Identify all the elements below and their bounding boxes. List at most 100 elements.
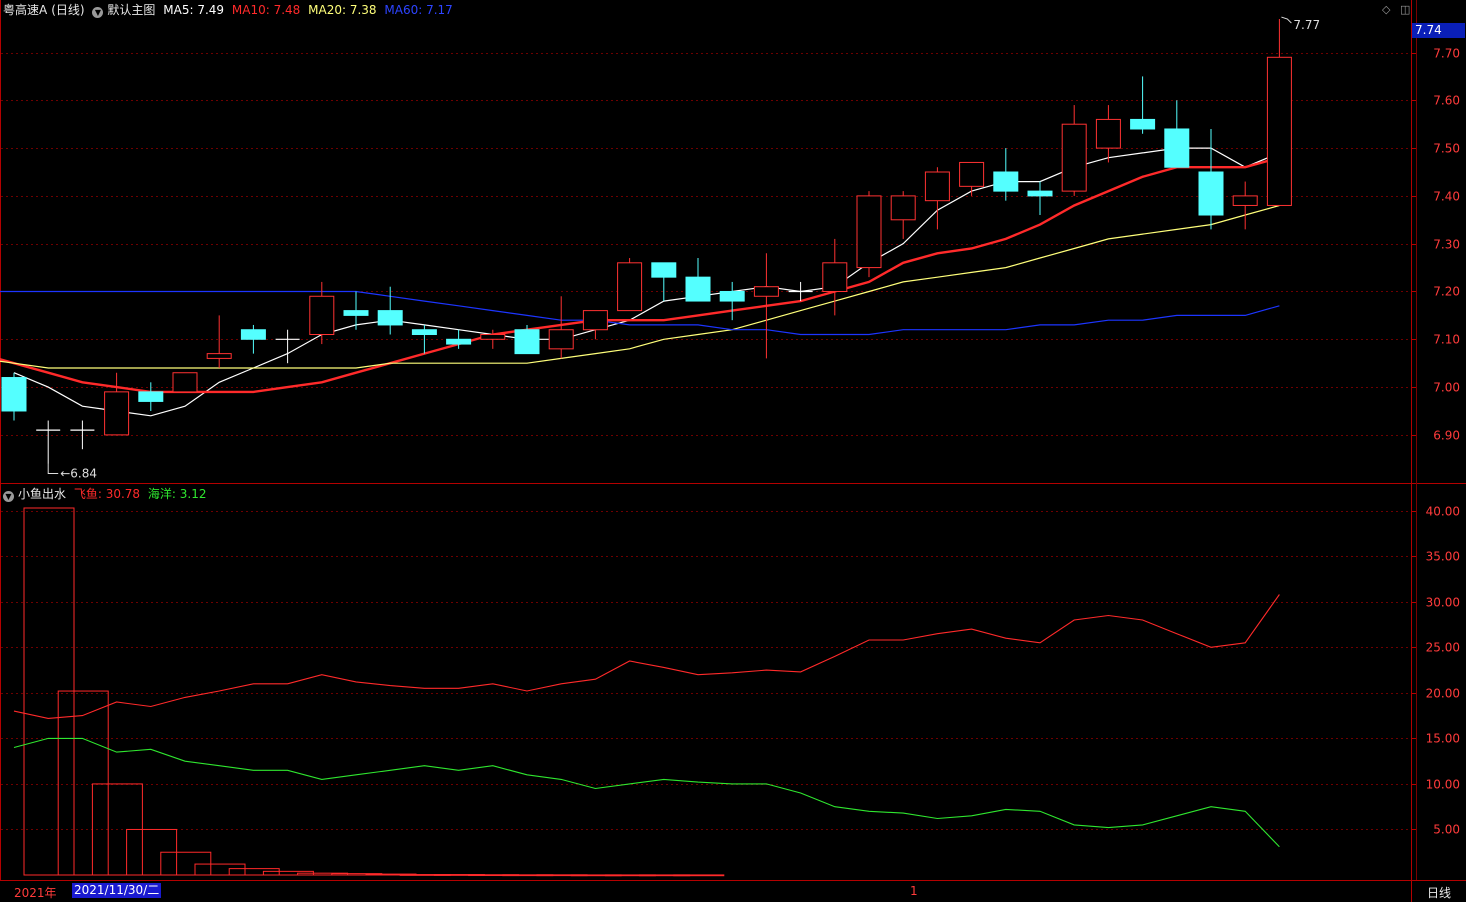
candle: [514, 324, 540, 355]
candle-body: [480, 334, 506, 340]
candle: [1266, 19, 1292, 206]
ma5-label: MA5: 7.49: [163, 3, 225, 17]
candle: [1027, 181, 1053, 216]
candle-body: [1061, 123, 1087, 192]
annotation-pointer: [1281, 16, 1292, 24]
candle: [856, 191, 882, 278]
sub-tick-label: 35.00: [1426, 550, 1460, 564]
candle-body: [617, 262, 643, 312]
grid: [1, 53, 1411, 830]
candle-body: [1232, 195, 1258, 206]
sub-tick-label: 20.00: [1426, 687, 1460, 701]
candle: [1061, 105, 1087, 196]
candle: [617, 258, 643, 312]
sub-bar: [673, 874, 725, 877]
candle-body: [993, 171, 1019, 192]
main-tick-label: 7.00: [1433, 381, 1460, 395]
main-tick-label: 7.30: [1433, 238, 1460, 252]
candle: [959, 161, 985, 196]
candle-body: [446, 338, 472, 345]
candle-body: [138, 391, 164, 402]
candle-body: [377, 310, 403, 326]
sub-tick-label: 5.00: [1433, 823, 1460, 837]
date-marker: 1: [910, 884, 918, 898]
candle-body: [753, 286, 779, 297]
candle: [651, 262, 677, 302]
candle: [36, 420, 61, 464]
candle: [719, 281, 745, 321]
sub-tick-label: 10.00: [1426, 778, 1460, 792]
annotation-label: 7.77: [1293, 18, 1320, 32]
candle: [172, 372, 198, 393]
candle: [206, 315, 232, 368]
price-annotation: 7.77: [1281, 16, 1320, 32]
candle: [138, 382, 164, 411]
candle-body: [1266, 56, 1292, 206]
indicator-name[interactable]: 小鱼出水: [18, 487, 66, 501]
cursor-date-label: 2021/11/30/二: [72, 883, 162, 898]
candle-body: [411, 329, 437, 336]
template-label[interactable]: 默认主图: [107, 3, 155, 17]
sub-tick-label: 40.00: [1426, 505, 1460, 519]
main-tick-label: 6.90: [1433, 429, 1460, 443]
candle: [70, 420, 95, 450]
main-tick-label: 7.70: [1433, 47, 1460, 61]
stock-name[interactable]: 粤高速A: [3, 3, 47, 17]
sub-bars: [23, 507, 725, 877]
candle-body: [343, 310, 369, 316]
candle: [1164, 100, 1190, 168]
candle: [685, 258, 711, 302]
candle-body: [514, 329, 540, 355]
sub-header: ▼ 小鱼出水 飞鱼: 30.78 海洋: 3.12: [3, 485, 210, 503]
sub-tick-label: 30.00: [1426, 596, 1460, 610]
candle-body: [719, 290, 745, 302]
main-header: 粤高速A (日线) ▼ 默认主图 MA5: 7.49 MA10: 7.48 MA20…: [3, 1, 457, 19]
main-tick-label: 7.40: [1433, 190, 1460, 204]
ma20-label: MA20: 7.38: [308, 3, 377, 17]
main-tick-label: 7.50: [1433, 142, 1460, 156]
annotation-pointer: [47, 463, 59, 475]
candle-body: [172, 372, 198, 393]
ma60-label: MA60: 7.17: [384, 3, 453, 17]
price-axis: 6.90 7.00 7.10 7.20 7.30 7.40 7.50 7.60 7.70 5.00…: [1411, 47, 1460, 837]
feiyu-label: 飞鱼: 30.78: [73, 487, 141, 501]
chevron-down-icon[interactable]: ▼: [3, 491, 14, 502]
year-label: 2021年: [14, 886, 57, 900]
main-tick-label: 7.60: [1433, 94, 1460, 108]
candle: [104, 372, 130, 436]
candle-body: [1130, 118, 1156, 130]
candle-body: [1095, 118, 1121, 149]
haiyang-line: [13, 737, 1280, 848]
candle-body: [822, 262, 848, 292]
candle: [582, 310, 608, 340]
price-annotation: ←6.84: [47, 463, 97, 481]
main-tick-label: 7.10: [1433, 333, 1460, 347]
annotation-label: ←6.84: [60, 467, 97, 481]
candle-body: [890, 195, 916, 221]
candle-body: [959, 161, 985, 187]
candle: [993, 148, 1019, 201]
sub-tick-label: 15.00: [1426, 732, 1460, 746]
candle-body: [856, 195, 882, 269]
candle-body: [651, 262, 677, 278]
panel-frames: [0, 0, 1466, 902]
haiyang-label: 海洋: 3.12: [147, 487, 207, 501]
main-tick-label: 7.20: [1433, 285, 1460, 299]
candle: [1, 372, 27, 421]
current-price-tag: 7.74: [1412, 23, 1465, 38]
candle: [548, 296, 574, 359]
panel-toggle-icon[interactable]: ◫: [1400, 3, 1410, 16]
candle: [1095, 105, 1121, 163]
annotations: ←6.84 7.77: [47, 16, 1320, 481]
chevron-down-icon[interactable]: ▼: [92, 7, 104, 18]
candle-body: [924, 171, 950, 202]
diamond-icon[interactable]: ◇: [1382, 3, 1390, 16]
period-button[interactable]: 日线: [1427, 884, 1451, 901]
feiyu-line: [13, 594, 1280, 719]
sub-lines: [13, 594, 1280, 848]
candle: [924, 167, 950, 230]
sub-bar: [57, 690, 109, 876]
sub-tick-label: 25.00: [1426, 641, 1460, 655]
candle-body: [1198, 171, 1224, 216]
kline-chart[interactable]: 6.90 7.00 7.10 7.20 7.30 7.40 7.50 7.60 7.70 5.00…: [0, 0, 1466, 902]
